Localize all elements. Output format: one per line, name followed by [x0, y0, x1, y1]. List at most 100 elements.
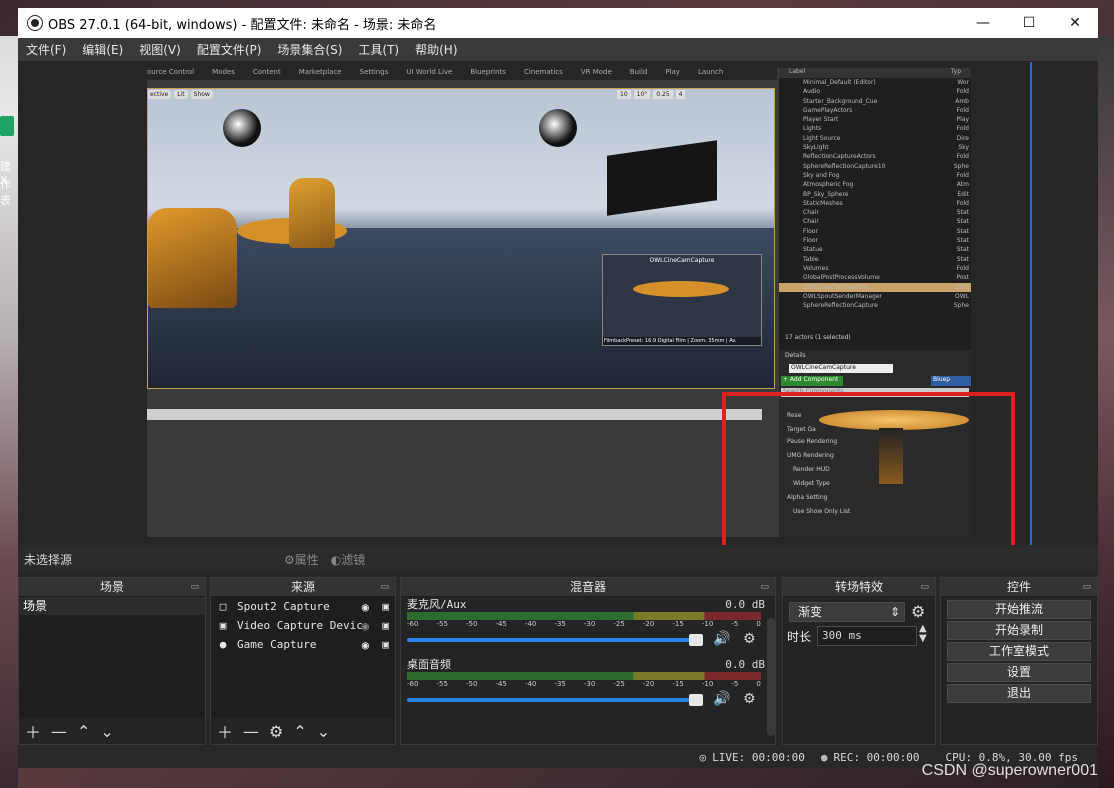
outliner-row-name: SphereReflectionCapture	[803, 302, 878, 310]
move-down-icon[interactable]: ⌄	[317, 722, 330, 741]
sources-panel: 来源 ▭ □ Spout2 Capture ◉ ▣ ▣ Video Capture Dev…	[210, 577, 396, 745]
menu-view[interactable]: 视图(V)	[131, 41, 189, 58]
source-item[interactable]: □ Spout2 Capture ◉ ▣	[211, 597, 395, 616]
hidden-eye-icon[interactable]: ◉	[362, 619, 369, 633]
outliner-row-type: Sphe	[953, 302, 969, 310]
remove-icon[interactable]: —	[51, 722, 67, 741]
studio-mode-button[interactable]: 工作室模式	[947, 642, 1091, 661]
outliner-row: Player Start Play	[779, 115, 971, 124]
gear-icon[interactable]: ⚙	[743, 631, 756, 647]
volume-slider[interactable]: 🔊 ⚙	[407, 631, 769, 647]
show-button: Show	[190, 90, 213, 99]
source-item[interactable]: ● Game Capture ◉ ▣	[211, 635, 395, 654]
outliner-row-type: Stat	[956, 237, 969, 245]
gear-icon[interactable]: ⚙	[743, 691, 756, 707]
gear-icon[interactable]: ⚙	[269, 722, 283, 741]
add-icon[interactable]: ＋	[217, 719, 233, 743]
snap-rotation: 10°	[633, 90, 651, 99]
volume-slider[interactable]: 🔊 ⚙	[407, 691, 769, 707]
outliner-header: Label Typ	[779, 68, 971, 78]
exit-button[interactable]: 退出	[947, 684, 1091, 703]
volume-meter	[407, 612, 761, 620]
transition-select[interactable]: 渐变 ⇕	[789, 602, 905, 622]
start-recording-button[interactable]: 开始录制	[947, 621, 1091, 640]
move-up-icon[interactable]: ⌃	[77, 722, 90, 741]
preview-area[interactable]: ource Control Modes Content Marketplace …	[18, 62, 1098, 564]
undock-icon[interactable]: ▭	[190, 578, 199, 597]
menu-tools[interactable]: 工具(T)	[350, 41, 407, 58]
lock-icon[interactable]: ▣	[382, 638, 389, 651]
menu-file[interactable]: 文件(F)	[18, 41, 74, 58]
sources-title: 来源	[290, 580, 315, 594]
undock-icon[interactable]: ▭	[1082, 578, 1091, 597]
outliner-row-type: Dire	[956, 134, 969, 142]
menu-profile[interactable]: 配置文件(P)	[189, 41, 270, 58]
duration-input[interactable]: 300 ms	[817, 626, 917, 646]
outliner-row-type: OWL	[955, 292, 969, 300]
blueprint-button: Bluep	[931, 376, 971, 386]
outliner-row-type: OWL	[955, 283, 969, 291]
lock-icon[interactable]: ▣	[382, 600, 389, 613]
visibility-eye-icon[interactable]: ◉	[362, 600, 369, 614]
move-down-icon[interactable]: ⌄	[100, 722, 113, 741]
outliner-row: Lights Fold	[779, 124, 971, 133]
lit-button: Lit	[174, 90, 188, 99]
outliner-row-type: Stat	[956, 227, 969, 235]
window-title: OBS 27.0.1 (64-bit, windows) - 配置文件: 未命名…	[48, 17, 437, 33]
source-item[interactable]: ▣ Video Capture Devic ◉ ▣	[211, 616, 395, 635]
channel-db: 0.0 dB	[725, 598, 765, 611]
outliner-row-name: Audio	[803, 88, 821, 96]
outliner-row: Atmospheric Fog Atm	[779, 180, 971, 189]
speaker-icon[interactable]: 🔊	[713, 691, 730, 707]
rec-status: REC: 00:00:00	[833, 751, 920, 764]
source-name: Video Capture Devic	[237, 619, 363, 632]
visibility-eye-icon[interactable]: ◉	[362, 638, 369, 652]
remove-icon[interactable]: —	[243, 722, 259, 741]
obs-window: OBS 27.0.1 (64-bit, windows) - 配置文件: 未命名…	[18, 8, 1098, 768]
tick: -35	[554, 620, 566, 628]
outliner-row: Volumes Fold	[779, 264, 971, 273]
undock-icon[interactable]: ▭	[380, 578, 389, 597]
desktop-left-strip: 建 X 作表	[0, 36, 18, 788]
window-icon: □	[219, 600, 227, 613]
red-highlight-box	[722, 392, 1015, 564]
add-icon[interactable]: ＋	[25, 719, 41, 743]
mixer-title: 混音器	[569, 580, 606, 594]
spin-buttons[interactable]: ▲ ▼	[919, 624, 927, 644]
scenes-list[interactable]: 场景	[19, 597, 205, 718]
undock-icon[interactable]: ▭	[920, 578, 929, 597]
minimize-button[interactable]: —	[960, 8, 1006, 38]
outliner-row: SphereReflectionCapture10 Sphe	[779, 162, 971, 171]
close-button[interactable]: ✕	[1052, 8, 1098, 38]
source-name: Game Capture	[237, 638, 317, 651]
outliner-row-type: Fold	[956, 88, 969, 96]
desktop-app-icon[interactable]	[0, 116, 14, 136]
outliner-row-name: Floor	[803, 227, 818, 235]
outliner-row-type: Fold	[956, 153, 969, 161]
controls-title: 控件	[1006, 580, 1031, 594]
tick: 0	[756, 680, 761, 688]
gear-icon[interactable]: ⚙	[911, 602, 925, 621]
menu-help[interactable]: 帮助(H)	[407, 41, 465, 58]
start-streaming-button[interactable]: 开始推流	[947, 600, 1091, 619]
outliner-row: OWLCineCamCapture OWL	[779, 282, 971, 292]
mixer-scrollbar[interactable]	[767, 618, 775, 736]
scene-item[interactable]: 场景	[19, 597, 205, 615]
lock-icon[interactable]: ▣	[382, 619, 389, 632]
tick: -35	[554, 680, 566, 688]
filters-button[interactable]: ◐滤镜	[331, 551, 366, 568]
mixer-panel: 混音器 ▭ 麦克风/Aux 0.0 dB -60 -55 -50 -45 -40 -35 -3…	[400, 577, 776, 745]
move-up-icon[interactable]: ⌃	[293, 722, 306, 741]
menu-edit[interactable]: 编辑(E)	[74, 41, 131, 58]
outliner-row-type: Fold	[956, 199, 969, 207]
undock-icon[interactable]: ▭	[760, 578, 769, 597]
obs-logo-icon	[28, 16, 42, 30]
speaker-icon[interactable]: 🔊	[713, 631, 730, 647]
outliner-row-type: Wor	[957, 79, 969, 86]
settings-button[interactable]: 设置	[947, 663, 1091, 682]
maximize-button[interactable]: ☐	[1006, 8, 1052, 38]
menu-scene-collection[interactable]: 场景集合(S)	[269, 41, 350, 58]
properties-button[interactable]: ⚙属性	[284, 551, 319, 568]
tick: -60	[407, 620, 419, 628]
source-name: Spout2 Capture	[237, 600, 330, 613]
